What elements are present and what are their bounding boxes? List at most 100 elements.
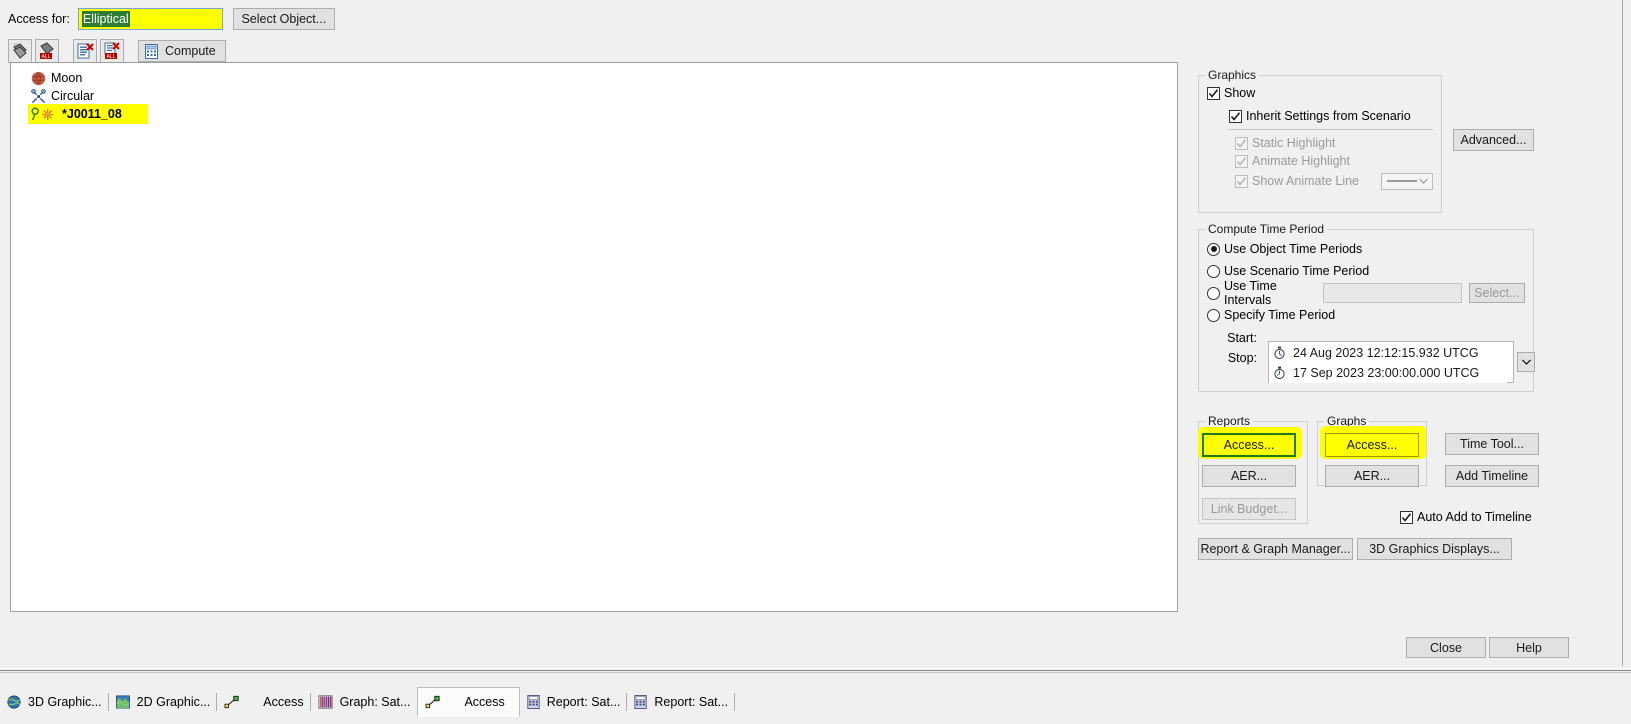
close-button[interactable]: Close [1406,637,1486,658]
time-tool-button[interactable]: Time Tool... [1445,433,1539,455]
line-style-dropdown [1381,172,1433,190]
taskbar-items: 3D Graphic... 2D Graphic... Access Graph… [0,675,736,723]
access-for-label: Access for: [8,12,70,26]
line-style-swatch [1387,180,1417,182]
radio-dot [1210,246,1217,252]
calculator-icon [145,43,158,59]
link-budget-button: Link Budget... [1202,498,1296,520]
satellite-icon [31,88,46,103]
compute-button[interactable]: Compute [138,40,226,62]
taskbar-item-report-1[interactable]: Report: Sat... [520,689,628,715]
list-item[interactable]: Moon [31,69,85,87]
clock-icon [1274,346,1285,360]
compute-button-label: Compute [165,44,216,58]
list-item-selected[interactable]: *J0011_08 [28,104,148,124]
divider [734,693,736,711]
checkbox-icon[interactable] [1229,109,1242,123]
radio-label: Use Scenario Time Period [1224,264,1370,278]
static-highlight-label: Static Highlight [1252,136,1336,150]
select-object-button[interactable]: Select Object... [232,8,335,30]
time-period-dropdown-button[interactable] [1517,352,1535,372]
radio-use-time-intervals[interactable]: Use Time Intervals Select... [1207,279,1525,307]
divider [0,670,1631,671]
taskbar-item-2d-graphics[interactable]: 2D Graphic... [109,689,218,715]
clear-report-button[interactable] [73,39,97,63]
clear-all-reports-icon: ALL [104,42,120,60]
list-item-label: *J0011_08 [62,107,122,121]
auto-add-to-timeline-row[interactable]: Auto Add to Timeline [1400,510,1532,524]
inherit-settings-checkbox-row[interactable]: Inherit Settings from Scenario [1229,107,1433,125]
svg-text:ALL: ALL [42,54,51,60]
select-intervals-button: Select... [1468,283,1525,303]
animate-highlight-label: Animate Highlight [1252,154,1350,168]
taskbar-item-access-active[interactable]: Access [417,687,520,717]
map-icon [115,695,130,709]
radio-label: Use Time Intervals [1224,279,1277,307]
list-item-label: Moon [51,71,83,85]
clock-icon [1274,366,1285,380]
access-tool-window: Access for: Elliptical Select Object... … [0,0,1631,724]
taskbar-item-label: Graph: Sat... [339,695,411,709]
start-label: Start: [1227,331,1257,345]
checkbox-icon[interactable] [1207,86,1220,100]
access-for-row: Access for: Elliptical Select Object... [0,0,1631,38]
taskbar-item-label: 2D Graphic... [136,695,211,709]
taskbar-item-label: Report: Sat... [654,695,729,709]
report-icon [634,695,648,709]
start-time-value: 24 Aug 2023 12:12:15.932 UTCG [1293,346,1479,360]
dialog-divider [1622,0,1623,666]
clear-report-icon [77,43,94,59]
object-list-panel[interactable]: Moon Circular *J0011_08 [10,62,1178,612]
show-animate-line-row: Show Animate Line [1235,172,1433,190]
add-timeline-button[interactable]: Add Timeline [1445,465,1539,487]
radio-icon[interactable] [1207,308,1220,322]
radio-icon[interactable] [1207,242,1220,256]
list-item-label: Circular [51,89,95,103]
stop-label: Stop: [1227,351,1257,365]
chevron-down-icon [1521,359,1531,365]
time-period-fields: 24 Aug 2023 12:12:15.932 UTCG 17 Sep 202… [1268,341,1514,383]
taskbar-item-3d-graphics[interactable]: 3D Graphic... [0,689,109,715]
taskbar-item-report-2[interactable]: Report: Sat... [627,689,736,715]
globe-icon [7,695,21,709]
graphics-group: Graphics Show Inherit Settings from Scen… [1198,68,1442,213]
show-label: Show [1224,86,1256,100]
radio-icon[interactable] [1207,286,1220,300]
list-item[interactable]: Circular [31,87,97,105]
report-graph-manager-button[interactable]: Report & Graph Manager... [1198,538,1353,560]
checkbox-icon [1235,174,1248,188]
checkbox-icon [1235,136,1248,150]
graphics-displays-button[interactable]: 3D Graphics Displays... [1357,538,1512,560]
checkbox-icon [1235,154,1248,168]
taskbar-item-label: Report: Sat... [546,695,621,709]
reports-access-button[interactable]: Access... [1202,433,1296,457]
taskbar: 3D Graphic... 2D Graphic... Access Graph… [0,668,1631,724]
inherit-settings-label: Inherit Settings from Scenario [1246,109,1411,123]
help-button[interactable]: Help [1489,637,1569,658]
remove-object-icon [12,42,27,59]
reports-aer-button[interactable]: AER... [1202,465,1296,487]
graphs-access-button[interactable]: Access... [1325,433,1419,457]
graphics-group-legend: Graphics [1208,68,1257,82]
radio-specify-time-period[interactable]: Specify Time Period [1207,304,1525,326]
taskbar-item-graph[interactable]: Graph: Sat... [311,689,418,715]
start-time-field: 24 Aug 2023 12:12:15.932 UTCG [1269,343,1507,363]
divider [0,672,1631,673]
object-tree: Moon Circular *J0011_08 [11,63,1177,124]
remove-all-objects-button[interactable]: ALL [35,39,59,63]
taskbar-item-access-1[interactable]: Access [217,689,311,715]
remove-object-button[interactable] [8,39,32,63]
reports-group-legend: Reports [1208,414,1251,428]
show-checkbox-row[interactable]: Show [1207,84,1433,102]
access-for-input[interactable]: Elliptical [77,8,223,30]
clear-all-reports-button[interactable]: ALL [100,39,124,63]
radio-use-object-time-periods[interactable]: Use Object Time Periods [1207,238,1525,260]
compute-time-period-legend: Compute Time Period [1208,222,1325,236]
graphs-aer-button[interactable]: AER... [1325,465,1419,487]
graph-icon [318,695,333,709]
divider [1229,129,1433,130]
checkbox-icon[interactable] [1400,510,1413,524]
radio-icon[interactable] [1207,264,1220,278]
access-for-value: Elliptical [81,11,130,27]
advanced-button[interactable]: Advanced... [1453,129,1534,151]
